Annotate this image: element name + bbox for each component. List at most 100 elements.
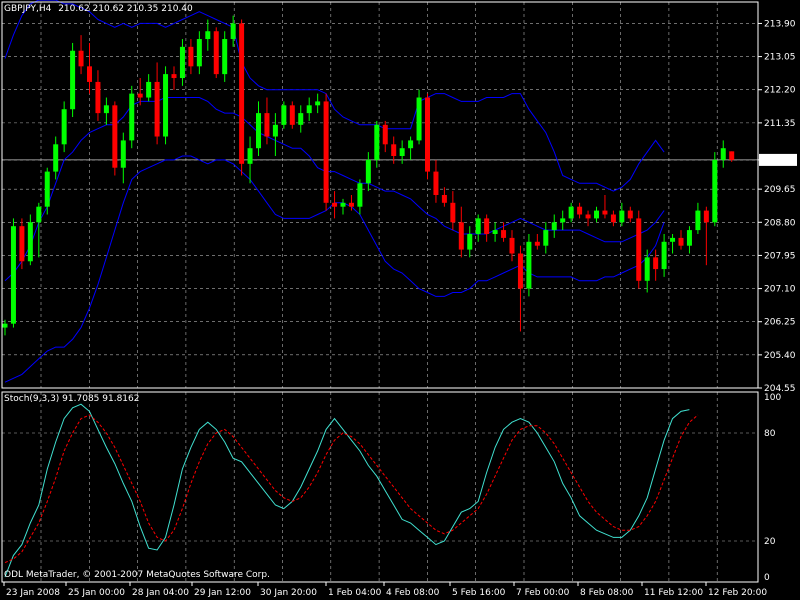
candle-bearish[interactable] <box>610 214 616 223</box>
time-tick-label: 8 Feb 08:00 <box>580 588 634 598</box>
price-tick-label: 208.80 <box>764 218 796 228</box>
candle-bullish[interactable] <box>340 202 346 207</box>
candle-bullish[interactable] <box>670 237 676 242</box>
candle-bullish[interactable] <box>205 31 211 40</box>
candle-bearish[interactable] <box>289 105 295 125</box>
candle-bullish[interactable] <box>179 46 185 79</box>
candle-bullish[interactable] <box>2 323 8 328</box>
candle-bearish[interactable] <box>534 241 540 246</box>
candle-bearish[interactable] <box>509 237 515 254</box>
candle-bearish[interactable] <box>188 46 194 67</box>
candle-bullish[interactable] <box>315 101 321 106</box>
candle-bearish[interactable] <box>653 257 659 270</box>
candle-bullish[interactable] <box>146 81 152 98</box>
candle-bullish[interactable] <box>467 233 473 250</box>
candle-bearish[interactable] <box>636 218 642 281</box>
candle-bullish[interactable] <box>526 241 532 289</box>
candle-bearish[interactable] <box>678 237 684 246</box>
candle-bearish[interactable] <box>585 214 591 219</box>
candle-bearish[interactable] <box>729 151 735 160</box>
candle-bearish[interactable] <box>450 202 456 223</box>
candle-bearish[interactable] <box>19 226 25 262</box>
candle-bearish[interactable] <box>154 81 160 137</box>
candle-bullish[interactable] <box>560 218 566 223</box>
candle-bearish[interactable] <box>425 97 430 172</box>
candle-bullish[interactable] <box>619 210 625 223</box>
time-tick-label: 30 Jan 20:00 <box>260 588 317 598</box>
candle-bullish[interactable] <box>247 148 253 164</box>
candle-bullish[interactable] <box>129 93 135 141</box>
candle-bullish[interactable] <box>272 124 278 137</box>
candle-bullish[interactable] <box>695 210 701 231</box>
candle-bullish[interactable] <box>686 230 692 246</box>
candle-bearish[interactable] <box>517 253 523 289</box>
candle-bullish[interactable] <box>53 144 59 172</box>
candle-bullish[interactable] <box>298 113 304 125</box>
indicator-label: Stoch(9,3,3) 91.7085 91.8162 <box>4 394 140 404</box>
candle-bearish[interactable] <box>112 105 118 168</box>
time-tick-label: 1 Feb 04:00 <box>328 588 382 598</box>
candle-bullish[interactable] <box>720 148 726 160</box>
candle-bullish[interactable] <box>365 159 371 184</box>
candle-bearish[interactable] <box>602 210 608 215</box>
candle-bearish[interactable] <box>484 218 490 234</box>
candle-bearish[interactable] <box>239 23 245 164</box>
candle-bullish[interactable] <box>230 23 236 40</box>
candle-bullish[interactable] <box>103 105 109 114</box>
candle-bullish[interactable] <box>256 113 261 149</box>
candle-bullish[interactable] <box>551 222 557 231</box>
candle-bullish[interactable] <box>475 218 481 234</box>
price-tick-label: 205.40 <box>764 351 796 361</box>
candle-bearish[interactable] <box>458 222 464 250</box>
candle-bearish[interactable] <box>501 230 507 238</box>
candle-bullish[interactable] <box>357 183 363 207</box>
candle-bullish[interactable] <box>70 50 76 110</box>
candle-bearish[interactable] <box>78 50 84 67</box>
price-tick-label: 211.35 <box>764 119 796 129</box>
candle-bearish[interactable] <box>137 93 143 98</box>
candle-bullish[interactable] <box>61 109 67 145</box>
candle-bearish[interactable] <box>323 101 329 203</box>
candle-bullish[interactable] <box>568 206 574 219</box>
candle-bearish[interactable] <box>171 74 177 79</box>
time-tick-label: 7 Feb 00:00 <box>516 588 570 598</box>
candle-bullish[interactable] <box>416 97 422 141</box>
stoch-tick-label: 80 <box>764 429 776 439</box>
candle-bullish[interactable] <box>712 159 718 223</box>
candle-bullish[interactable] <box>196 39 202 67</box>
candle-bullish[interactable] <box>644 257 650 281</box>
candle-bearish[interactable] <box>433 171 439 195</box>
candle-bullish[interactable] <box>44 171 50 207</box>
candle-bullish[interactable] <box>281 105 287 125</box>
candle-bearish[interactable] <box>627 210 633 219</box>
candle-bearish[interactable] <box>348 202 354 207</box>
candle-bearish[interactable] <box>264 113 270 137</box>
candle-bearish[interactable] <box>382 124 388 145</box>
candle-bearish[interactable] <box>213 31 219 75</box>
candle-bullish[interactable] <box>27 222 33 262</box>
candle-bearish[interactable] <box>391 144 397 157</box>
candle-bearish[interactable] <box>332 202 338 207</box>
candle-bullish[interactable] <box>163 74 169 137</box>
candle-bullish[interactable] <box>661 241 667 270</box>
candle-bullish[interactable] <box>543 230 549 246</box>
candle-bullish[interactable] <box>10 226 16 324</box>
candle-bearish[interactable] <box>95 81 101 114</box>
candle-bullish[interactable] <box>306 105 312 114</box>
current-price-label: 210.40 <box>762 156 794 166</box>
candle-bullish[interactable] <box>408 140 414 149</box>
candle-bullish[interactable] <box>222 39 228 75</box>
candle-bearish[interactable] <box>703 210 709 223</box>
candle-bullish[interactable] <box>399 148 405 157</box>
candle-bearish[interactable] <box>577 206 583 215</box>
candle-bearish[interactable] <box>441 195 447 203</box>
trading-chart[interactable]: 213.90 213.05 212.20 211.35 210.40 209.65 208.… <box>0 0 800 600</box>
candle-bullish[interactable] <box>36 206 42 223</box>
candle-bullish[interactable] <box>120 140 126 168</box>
candle-bearish[interactable] <box>87 66 92 82</box>
time-tick-label: 28 Jan 04:00 <box>132 588 189 598</box>
price-tick-label: 213.90 <box>764 19 796 29</box>
candle-bullish[interactable] <box>594 210 599 219</box>
candle-bullish[interactable] <box>492 230 498 234</box>
candle-bullish[interactable] <box>374 124 380 160</box>
